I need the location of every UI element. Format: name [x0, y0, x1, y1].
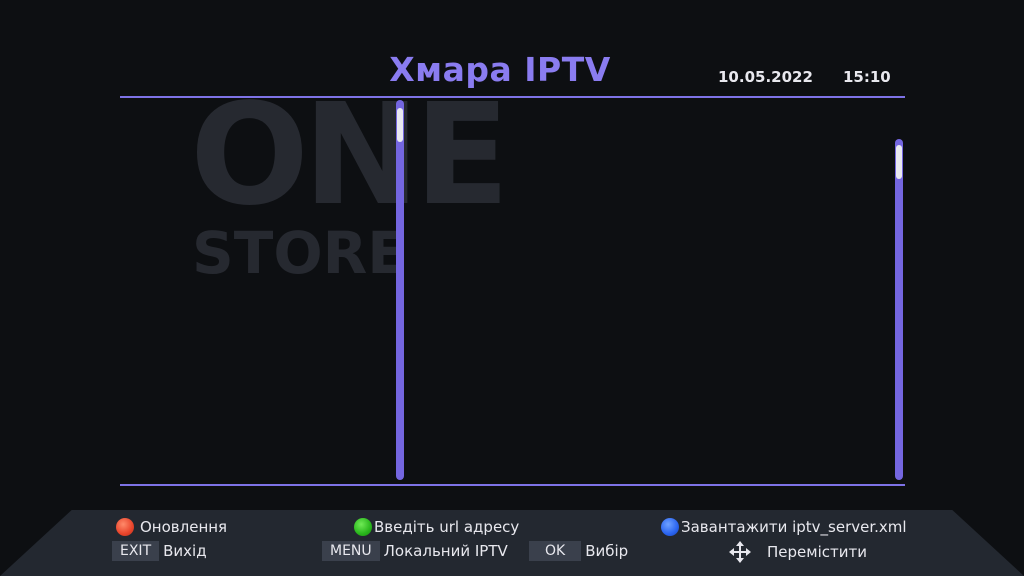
- bottom-divider: [120, 484, 905, 486]
- hint-move-label: Перемістити: [767, 543, 867, 561]
- hint-refresh[interactable]: Оновлення: [116, 518, 227, 536]
- green-button-icon: [354, 518, 372, 536]
- date-display: 10.05.2022: [718, 68, 813, 86]
- iptv-screen: Хмара IPTV 10.05.2022 15:10 ONE STORE Он…: [0, 0, 1024, 576]
- right-list-scrollbar[interactable]: [895, 139, 903, 480]
- time-display: 15:10: [843, 68, 891, 86]
- hint-move[interactable]: Перемістити: [729, 541, 867, 563]
- left-list-scrollbar[interactable]: [396, 100, 404, 480]
- hint-enter-url[interactable]: Введіть url адресу: [354, 518, 519, 536]
- red-button-icon: [116, 518, 134, 536]
- hint-refresh-label: Оновлення: [140, 518, 228, 536]
- hint-download-xml-label: Завантажити iptv_server.xml: [681, 518, 907, 536]
- hint-enter-url-label: Введіть url адресу: [374, 518, 520, 536]
- move-arrows-icon: [729, 541, 751, 563]
- hint-local-iptv-label: Локальний IPTV: [383, 542, 508, 560]
- hint-download-xml[interactable]: Завантажити iptv_server.xml: [661, 518, 907, 536]
- ok-key: OK: [529, 541, 582, 561]
- hint-exit-label: Вихід: [163, 542, 207, 560]
- blue-button-icon: [661, 518, 679, 536]
- exit-key: EXIT: [112, 541, 160, 561]
- one-store-watermark: ONE STORE: [190, 86, 520, 300]
- right-scroll-thumb[interactable]: [896, 145, 902, 179]
- hint-local-iptv[interactable]: MENU Локальний IPTV: [322, 541, 508, 561]
- menu-key: MENU: [322, 541, 380, 561]
- left-scroll-thumb[interactable]: [397, 108, 403, 142]
- watermark-line2: STORE: [192, 219, 407, 287]
- hint-select[interactable]: OK Вибір: [529, 541, 628, 561]
- hint-select-label: Вибір: [585, 542, 629, 560]
- hint-exit[interactable]: EXIT Вихід: [112, 541, 207, 561]
- watermark-line1: ONE: [190, 74, 510, 237]
